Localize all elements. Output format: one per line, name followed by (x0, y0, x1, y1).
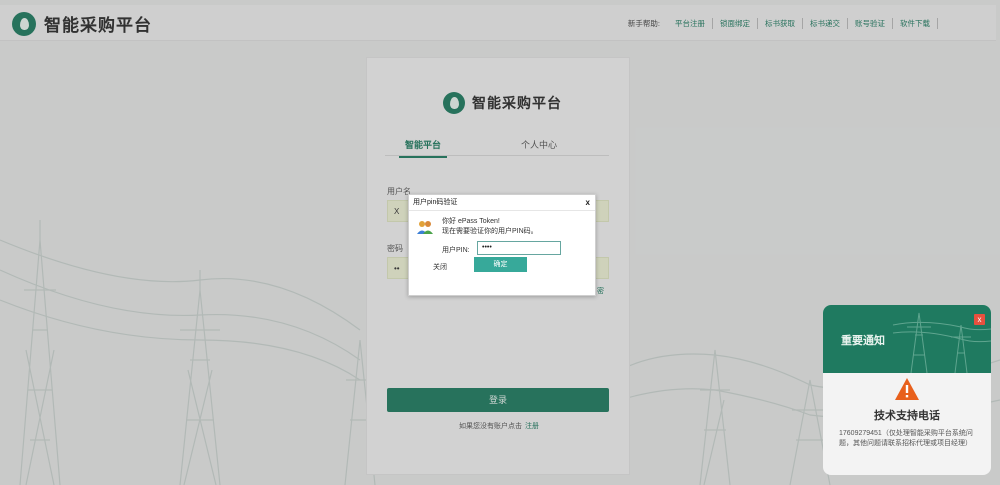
dialog-cancel-button[interactable]: 关闭 (433, 262, 447, 272)
dialog-close-button[interactable]: x (586, 195, 590, 211)
warning-triangle-icon (895, 378, 919, 400)
notice-body: 17609279451（仅处理智能采购平台系统问题，其他问题请联系招标代理或项目… (839, 430, 973, 447)
app-window: 智能采购平台 新手帮助: 平台注册 锁面绑定 标书获取 标书递交 账号验证 软件… (0, 0, 1000, 485)
users-icon (417, 221, 433, 234)
pin-input[interactable]: •••• (477, 241, 561, 255)
dialog-greeting: 你好 ePass Token! (442, 218, 500, 225)
notice-panel: 重要通知 x 技术支持电话 17609279451（仅处理智能采购平台系统问题，… (823, 305, 991, 475)
dialog-message: 你好 ePass Token! 现在需要验证你的用户PIN码。 (442, 217, 538, 237)
pin-label: 用户PIN: (442, 247, 470, 254)
notice-header: 重要通知 x (823, 305, 991, 373)
dialog-instruction: 现在需要验证你的用户PIN码。 (442, 228, 538, 235)
dialog-ok-button[interactable]: 确定 (474, 257, 527, 272)
notice-title: 重要通知 (841, 335, 885, 347)
dialog-title: 用户pin码验证 (413, 199, 458, 206)
notice-subtitle: 技术支持电话 (874, 410, 940, 422)
dialog-titlebar: 用户pin码验证 x (409, 195, 595, 211)
pin-verify-dialog: 用户pin码验证 x 你好 ePass Token! 现在需要验证你的用户PIN… (408, 194, 596, 296)
notice-close-button[interactable]: x (974, 314, 985, 325)
